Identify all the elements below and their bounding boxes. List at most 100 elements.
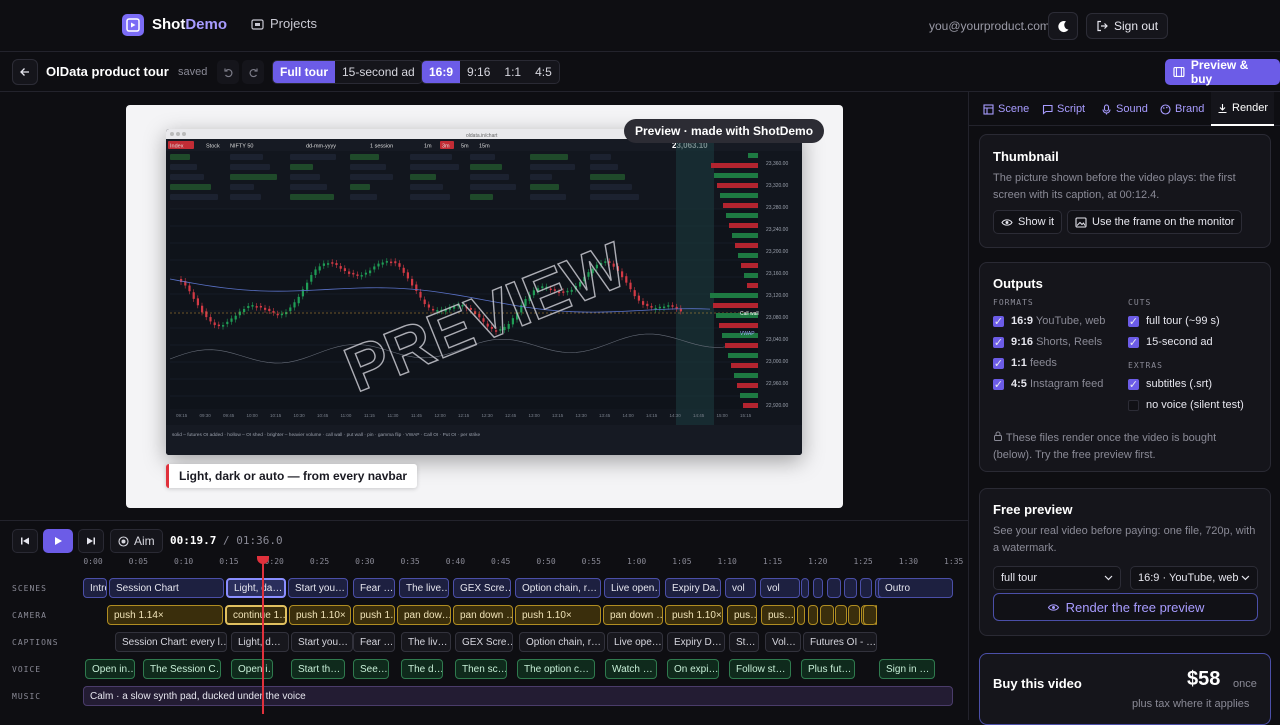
caption-clip[interactable]: Session Chart: every l… [115,632,227,652]
extra-checkbox-subtitles[interactable]: ✓ subtitles (.srt) [1128,378,1212,391]
voice-clip[interactable]: On expi… [667,659,719,679]
caption-clip[interactable]: Futures OI - … [803,632,877,652]
camera-clip[interactable] [835,605,847,625]
scene-clip[interactable]: Start you… [288,578,348,598]
caption-clip[interactable]: St… [729,632,759,652]
render-free-preview-button[interactable]: Render the free preview [993,593,1258,621]
caption-clip[interactable]: GEX Scre… [455,632,513,652]
undo-button[interactable] [217,60,239,84]
preview-and-buy-button[interactable]: Preview & buy [1165,58,1280,86]
chart-tab[interactable]: NIFTY 50 [230,144,253,150]
aim-button[interactable]: Aim [110,529,163,553]
voice-clip[interactable]: Open i… [231,659,273,679]
caption-clip[interactable]: Fear … [353,632,395,652]
chart-tab[interactable]: dd-mm-yyyy [306,144,336,150]
voice-clip[interactable]: See… [353,659,389,679]
chart-tab[interactable]: 1m [424,144,432,150]
chart-tab[interactable]: Stock [206,144,220,150]
voice-clip[interactable]: Watch … [605,659,657,679]
redo-button[interactable] [242,60,264,84]
preview-canvas[interactable]: oldata.in/chart Index Stock NIFTY 50 dd-mm-y… [126,105,843,508]
camera-clip[interactable] [863,605,877,625]
tab-script[interactable]: Script [1042,92,1085,126]
use-monitor-frame-button[interactable]: Use the frame on the monitor [1067,210,1243,234]
chart-tab[interactable]: 5m [461,144,469,150]
nav-projects-link[interactable]: Projects [251,16,317,31]
play-button[interactable] [43,529,73,553]
tab-render[interactable]: Render [1211,92,1275,126]
camera-clip[interactable] [808,605,818,625]
camera-clip[interactable]: push 1.10× [289,605,351,625]
camera-clip[interactable]: pan down … [603,605,663,625]
caption-clip[interactable]: Expiry D… [667,632,725,652]
scene-clip[interactable]: Light, da… [226,578,286,598]
sign-out-button[interactable]: Sign out [1086,13,1169,39]
camera-clip[interactable] [797,605,805,625]
free-preview-cut-select[interactable]: full tour [993,566,1121,590]
scene-clip[interactable] [860,578,872,598]
chart-tab[interactable]: 1 session [370,144,393,150]
scene-clip[interactable]: Intro [83,578,107,598]
scene-clip[interactable]: GEX Scre… [453,578,511,598]
caption-clip[interactable]: Live ope… [607,632,663,652]
scene-clip[interactable]: Option chain, r… [515,578,601,598]
cut-option-15s-ad[interactable]: 15-second ad [335,61,422,83]
voice-clip[interactable]: The d… [401,659,443,679]
cut-option-full-tour[interactable]: Full tour [273,61,335,83]
caption-clip[interactable]: Vol… [765,632,801,652]
format-checkbox-4-5[interactable]: ✓ 4:5 Instagram feed [993,378,1103,391]
caption-clip[interactable]: The liv… [401,632,451,652]
camera-clip[interactable]: continue 1… [225,605,287,625]
format-checkbox-9-16[interactable]: ✓ 9:16 Shorts, Reels [993,336,1102,349]
scene-clip[interactable]: The live… [399,578,449,598]
camera-clip[interactable]: pus… [761,605,795,625]
voice-clip[interactable]: Start th… [291,659,345,679]
theme-toggle-button[interactable] [1048,12,1078,40]
ratio-option-1-1[interactable]: 1:1 [497,61,528,83]
scene-clip[interactable]: Outro [878,578,953,598]
chart-tab[interactable]: 15m [479,144,490,150]
scene-clip[interactable]: Fear … [353,578,395,598]
tab-brand[interactable]: Brand [1160,92,1204,126]
caption-clip[interactable]: Light, d… [231,632,289,652]
scene-clip[interactable]: vol [760,578,800,598]
camera-clip[interactable]: push 1.10× [665,605,723,625]
cut-checkbox-15s-ad[interactable]: ✓ 15-second ad [1128,336,1213,349]
format-checkbox-1-1[interactable]: ✓ 1:1 feeds [993,357,1057,370]
show-thumbnail-button[interactable]: Show it [993,210,1063,234]
free-preview-format-select[interactable]: 16:9 · YouTube, web [1130,566,1258,590]
camera-clip[interactable]: push 1.14× [107,605,223,625]
voice-clip[interactable]: The Session C… [143,659,221,679]
tab-sound[interactable]: Sound [1101,92,1148,126]
tab-scene[interactable]: Scene [983,92,1029,126]
camera-clip[interactable]: pan down … [453,605,513,625]
camera-clip[interactable]: pan dow… [397,605,451,625]
scene-clip[interactable]: vol [725,578,756,598]
ratio-option-4-5[interactable]: 4:5 [528,61,559,83]
ratio-option-9-16[interactable]: 9:16 [460,61,497,83]
ratio-option-16-9[interactable]: 16:9 [422,61,461,83]
music-clip[interactable]: Calm · a slow synth pad, ducked under th… [83,686,953,706]
voice-clip[interactable]: Sign in … [879,659,935,679]
voice-clip[interactable]: Plus fut… [801,659,855,679]
scene-clip[interactable] [844,578,857,598]
camera-clip[interactable] [820,605,834,625]
chart-tab[interactable]: 3m [442,144,450,150]
camera-clip[interactable]: push 1.10× [515,605,601,625]
camera-clip[interactable]: push 1… [353,605,395,625]
skip-forward-button[interactable] [78,529,104,553]
voice-clip[interactable]: Then sc… [455,659,507,679]
voice-clip[interactable]: Follow st… [729,659,791,679]
chart-tab[interactable]: Index [170,144,184,150]
skip-back-button[interactable] [12,529,38,553]
format-checkbox-16-9[interactable]: ✓ 16:9 YouTube, web [993,315,1105,328]
scene-clip[interactable]: Live open… [604,578,660,598]
time-ruler[interactable]: 0:00 0:05 0:10 0:15 0:20 0:25 0:30 0:35 0:40 0:45… [83,557,963,569]
app-logo-icon[interactable] [122,14,144,36]
playhead[interactable] [262,556,264,714]
caption-clip[interactable]: Option chain, r… [519,632,605,652]
extra-checkbox-no-voice[interactable]: no voice (silent test) [1128,399,1244,411]
scene-clip[interactable] [801,578,809,598]
scene-clip[interactable]: Session Chart [109,578,224,598]
project-title[interactable]: OIData product tour [46,64,169,79]
